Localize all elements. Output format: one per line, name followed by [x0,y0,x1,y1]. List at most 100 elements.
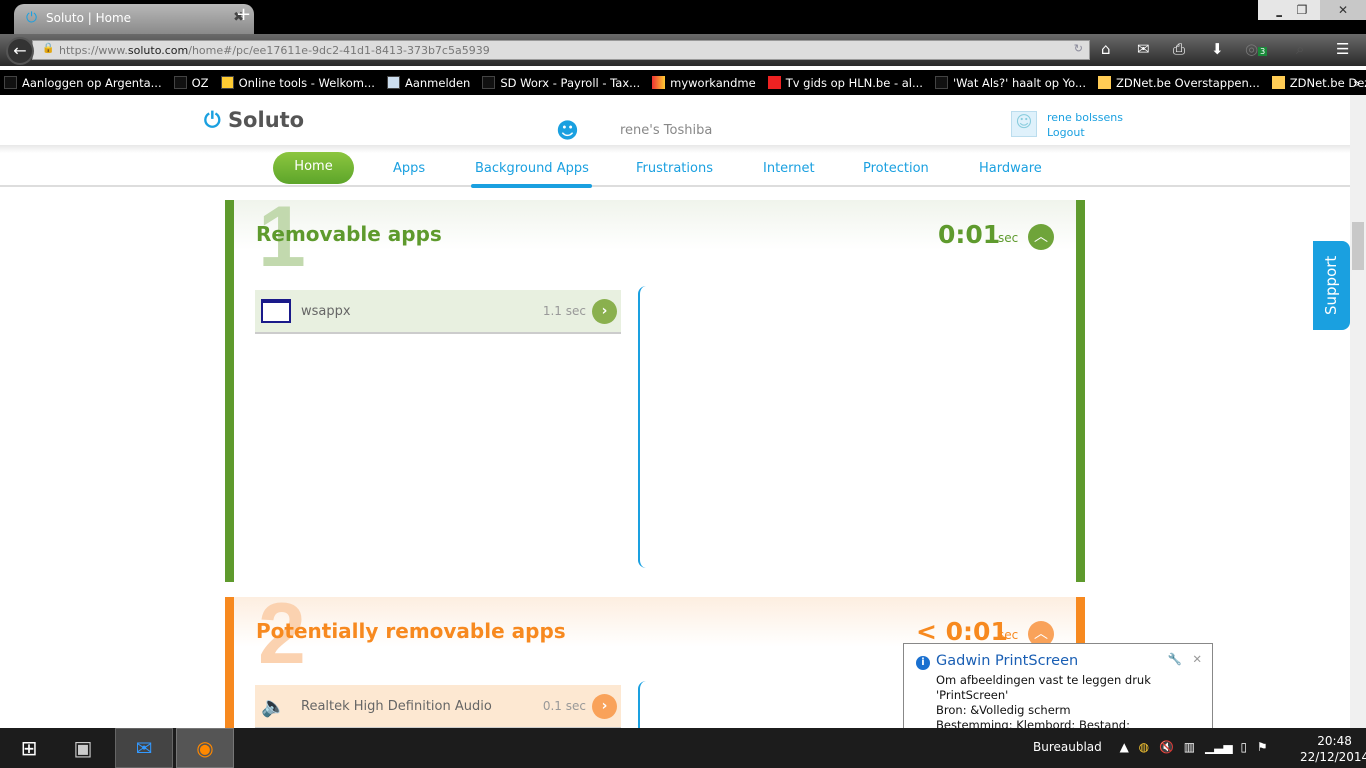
bookmark-icon [934,76,948,89]
app-time: 0.1 sec [542,699,586,713]
notification-title: Gadwin PrintScreen [936,653,1079,669]
menu-icon[interactable]: ☰ [1336,40,1349,58]
site-nav: Home Apps Background Apps Frustrations I… [0,145,1350,188]
section-title: Potentially removable apps [256,619,566,643]
logout-link[interactable]: Logout [1047,125,1123,140]
network-icon[interactable]: ▥ [1184,740,1195,754]
bookmark[interactable]: SD Worx - Payroll - Tax... [482,76,640,90]
nav-home[interactable]: Home [273,152,354,184]
hln-icon [767,76,781,89]
clock-time: 20:48 [1317,734,1352,748]
notification-line: Om afbeeldingen vast te leggen druk 'Pri… [936,673,1151,702]
bookmark[interactable]: 'Wat Als?' haalt op Yo... [934,75,1086,90]
system-tray: Bureaublad ▲ ◍ 🔇 ▥ ▁▃▅ ▯ ⚑ [1033,740,1268,754]
bookmark[interactable]: ZDNet.be Overstappen... [1097,75,1260,90]
bookmark-label: Tv gids op HLN.be - al... [785,75,923,90]
bookmark[interactable]: myworkandme [652,76,756,90]
addon-badge: 3 [1258,47,1268,56]
section-time-unit: sec [998,628,1019,642]
chevron-right-icon[interactable]: › [592,693,617,719]
action-center-flag-icon[interactable]: ⚑ [1257,740,1268,754]
logo-text: Soluto [227,108,305,132]
site-header: ⏻ Soluto ☻ rene's Toshiba ☺ rene bolssen… [0,95,1350,145]
user-avatar: ☺ [1011,111,1037,137]
nav-internet[interactable]: Internet [763,161,815,176]
bookmark-label: Aanmelden [404,75,471,90]
section-time-unit: sec [998,231,1019,245]
scrollbar-thumb[interactable] [1352,222,1364,270]
signal-icon[interactable]: ▁▃▅ [1205,740,1233,754]
back-button[interactable]: ← [6,37,34,65]
nav-background-apps[interactable]: Background Apps [475,161,589,176]
notification-balloon[interactable]: 🔧 ✕ i Gadwin PrintScreen Om afbeeldingen … [903,643,1213,732]
bookmark[interactable]: Tv gids op HLN.be - al... [767,75,923,90]
user-name[interactable]: rene bolssens [1047,110,1123,125]
bookmark-icon [482,76,496,89]
bookmark-icon [4,76,17,89]
print-icon[interactable]: ⎙ [1173,40,1185,58]
page-icon [386,76,400,89]
brace-divider [638,681,650,728]
tab-title: Soluto | Home [46,11,132,25]
home-icon[interactable]: ⌂ [1101,40,1111,58]
download-icon[interactable]: ⬇ [1211,40,1224,58]
search-icon[interactable]: ⌕ [1296,40,1304,58]
app-row[interactable]: 🔈 Realtek High Definition Audio 0.1 sec … [255,685,621,728]
removable-apps-section: 1 Removable apps 0:01 sec ︿ wsappx 1.1 s… [225,189,1085,582]
bookmark-label: ZDNet.be Overstappen... [1115,75,1260,90]
bookmark-label: OZ [191,75,209,90]
window-icon [261,299,291,323]
new-tab-button[interactable]: + [236,4,251,25]
firefox-icon[interactable]: ◉ [176,728,234,768]
speaker-icon: 🔈 [261,694,286,718]
tray-app-icon[interactable]: ◍ [1139,740,1149,754]
battery-icon[interactable]: ▯ [1240,740,1247,754]
nav-protection[interactable]: Protection [863,161,929,176]
restore-button[interactable]: ❐ [1282,0,1322,20]
app-row[interactable]: wsappx 1.1 sec › [255,290,621,334]
volume-muted-icon[interactable]: 🔇 [1159,740,1174,754]
reload-icon[interactable]: ↻ [1074,42,1083,55]
bookmark-label: myworkandme [670,75,756,90]
brace-divider [638,286,650,568]
bookmark-label: Online tools - Welkom... [238,75,375,90]
bookmark[interactable]: Online tools - Welkom... [220,75,375,90]
taskbar-app-icon[interactable]: ▣ [54,728,112,768]
close-window-button[interactable]: ✕ [1320,0,1366,20]
mail-icon[interactable]: ✉ [1137,40,1150,58]
browser-tab[interactable]: ⏻ Soluto | Home ✖ [14,4,254,34]
rss-icon [1271,76,1285,89]
nav-hardware[interactable]: Hardware [979,161,1042,176]
info-icon: i [916,656,930,670]
support-tab[interactable]: Support [1313,241,1350,330]
page-scrollbar[interactable] [1350,95,1366,728]
pc-name: rene's Toshiba [620,123,713,138]
desktop-toolbar-label[interactable]: Bureaublad [1033,740,1102,754]
web-page: ⏻ Soluto ☻ rene's Toshiba ☺ rene bolssen… [0,95,1350,728]
oz-icon [220,76,234,89]
addon-icon[interactable]: ◎ 3 [1245,40,1268,58]
nav-apps[interactable]: Apps [393,161,425,176]
start-button[interactable]: ⊞ [0,728,58,768]
url-bar[interactable]: 🔒 https://www.soluto.com/home#/pc/ee1761… [32,40,1090,60]
bookmark-icon [173,76,187,89]
section-title: Removable apps [256,222,442,246]
thunderbird-icon[interactable]: ✉ [115,728,173,768]
url-path: /home#/pc/ee17611e-9dc2-41d1-8413-373b7c… [188,44,490,57]
notification-line: Bron: &Volledig scherm [936,703,1071,717]
bookmark-label: SD Worx - Payroll - Tax... [500,75,641,90]
bookmark-label: 'Wat Als?' haalt op Yo... [952,75,1086,90]
clock[interactable]: 20:48 22/12/2014 [1300,733,1366,765]
more-bookmarks-icon[interactable]: » [1353,76,1360,90]
chevron-right-icon[interactable]: › [592,298,617,324]
lock-icon: 🔒 [42,43,55,54]
show-hidden-icons[interactable]: ▲ [1120,740,1129,754]
active-tab-indicator [471,184,592,188]
bookmark[interactable]: ZDNet.be Deze week: i... [1271,76,1366,90]
nav-frustrations[interactable]: Frustrations [636,161,713,176]
collapse-icon[interactable]: ︿ [1028,224,1054,250]
bookmark[interactable]: OZ [173,75,209,90]
soluto-logo[interactable]: ⏻ Soluto [204,108,304,133]
bookmark[interactable]: Aanmelden [386,75,471,90]
bookmark[interactable]: Aanloggen op Argenta... [4,76,162,90]
